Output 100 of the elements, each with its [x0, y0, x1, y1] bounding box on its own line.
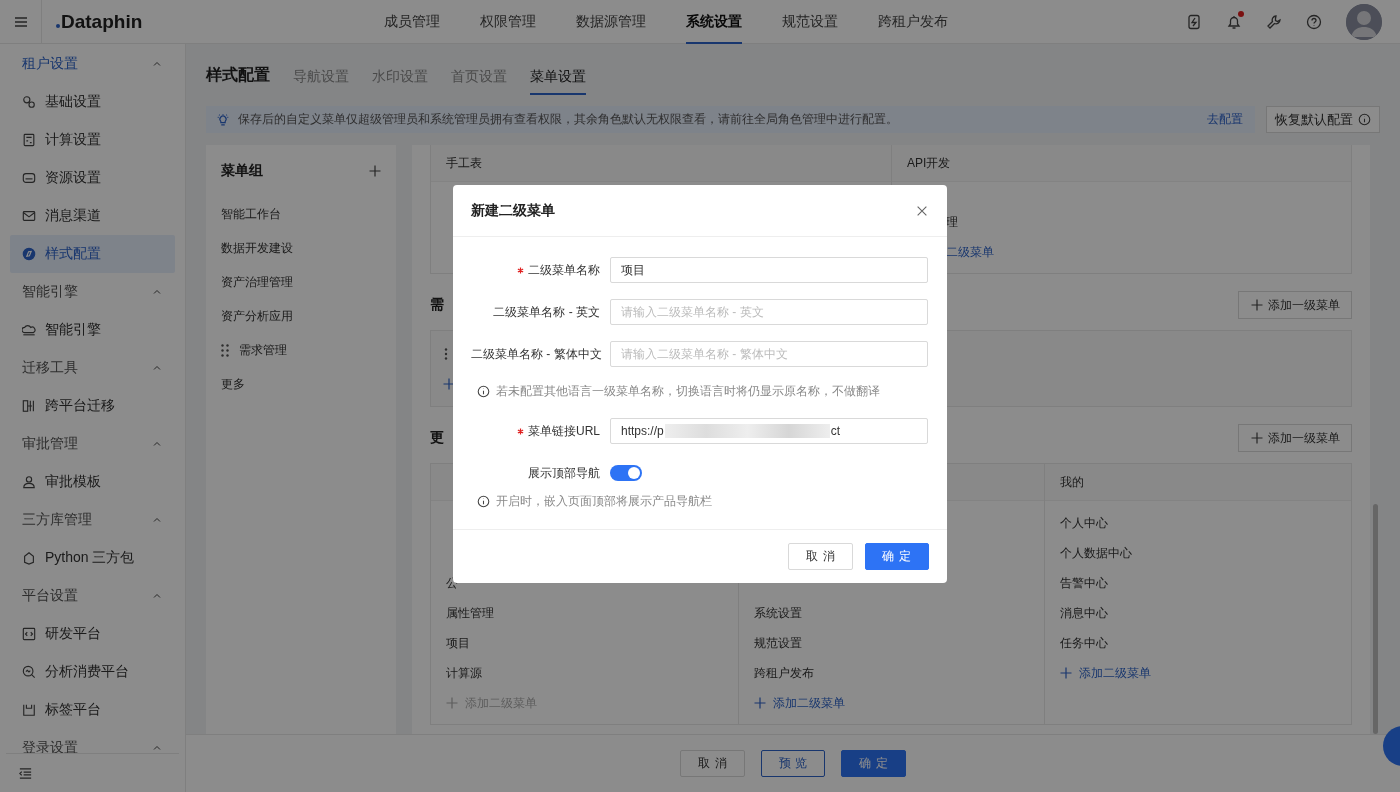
- section-heading: 更: [430, 429, 444, 447]
- nav-tab[interactable]: 成员管理: [384, 0, 440, 44]
- nav-tab[interactable]: 数据源管理: [576, 0, 646, 44]
- sidebar-item[interactable]: 计算设置: [10, 121, 175, 159]
- collapse-icon: [18, 765, 33, 781]
- plus-icon: [1060, 667, 1073, 679]
- menu-group-item[interactable]: 智能工作台: [221, 205, 281, 223]
- field-label: 展示顶部导航: [527, 464, 600, 482]
- avatar[interactable]: [1346, 3, 1382, 40]
- mail-icon: [22, 209, 36, 223]
- field-label: 二级菜单名称 - 繁体中文: [471, 345, 600, 363]
- field-label: 二级菜单名称 - 英文: [492, 303, 600, 321]
- panel-title: 菜单组: [221, 162, 263, 180]
- info-icon: [1358, 113, 1371, 126]
- section-heading: 需: [430, 296, 444, 314]
- hint-text: 开启时，嵌入页面顶部将展示产品导航栏: [496, 492, 712, 510]
- sidebar-group[interactable]: 平台设置: [22, 587, 78, 605]
- text-field[interactable]: 项目: [610, 257, 928, 283]
- menu-item[interactable]: 个人数据中心: [1060, 538, 1336, 568]
- menu-group-item[interactable]: 数据开发建设: [221, 239, 293, 257]
- menu-item[interactable]: 消息中心: [1060, 598, 1336, 628]
- logo-dot: [56, 23, 60, 28]
- add-submenu-link[interactable]: 添加二级菜单: [753, 688, 1030, 718]
- notice-text: 保存后的自定义菜单仅超级管理员和系统管理员拥有查看权限，其余角色默认无权限查看，请前往全局角色管理中进行配置。: [238, 111, 899, 128]
- sidebar-item[interactable]: 消息渠道: [10, 197, 175, 235]
- required-asterisk-icon: [517, 266, 524, 274]
- wrench-icon: [1266, 13, 1282, 30]
- page-title: 样式配置: [206, 64, 270, 85]
- sidebar-item[interactable]: 资源设置: [10, 159, 175, 197]
- sidebar-item[interactable]: 分析消费平台: [10, 653, 175, 691]
- dialog-title: 新建二级菜单: [471, 201, 555, 220]
- person-icon: [22, 475, 36, 489]
- sidebar-item[interactable]: 审批模板: [10, 463, 175, 501]
- info-icon: [477, 384, 490, 398]
- menu-item[interactable]: 系统设置: [753, 598, 1030, 628]
- drive-icon: [22, 171, 36, 185]
- sidebar-item[interactable]: 跨平台迁移: [10, 387, 175, 425]
- confirm-button[interactable]: 确定: [841, 750, 906, 777]
- menu-item[interactable]: 告警中心: [1060, 568, 1336, 598]
- menu-group-item[interactable]: 资产分析应用: [221, 307, 293, 325]
- required-asterisk-icon: [517, 427, 524, 435]
- menu-item[interactable]: 任务中心: [1060, 628, 1336, 658]
- transfer-icon: [22, 399, 36, 413]
- calculator-icon: [22, 133, 36, 147]
- menu-item[interactable]: 计算源: [446, 658, 723, 688]
- sidebar-item[interactable]: 智能引擎: [10, 311, 175, 349]
- plus-icon: [1250, 432, 1263, 444]
- tab[interactable]: 菜单设置: [530, 61, 586, 95]
- cancel-button[interactable]: 取消: [680, 750, 745, 777]
- drag-handle-icon[interactable]: [221, 343, 229, 357]
- plus-icon: [1250, 299, 1263, 311]
- package-icon: [22, 551, 36, 565]
- plus-icon: [753, 697, 766, 709]
- nav-tab[interactable]: 跨租户发布: [878, 0, 948, 44]
- add-submenu-link[interactable]: 添加二级菜单: [1060, 658, 1336, 688]
- menu-item[interactable]: 跨租户发布: [753, 658, 1030, 688]
- sidebar-group[interactable]: 登录设置: [22, 739, 78, 753]
- confirm-button[interactable]: 确定: [864, 543, 929, 570]
- preview-button[interactable]: 预览: [760, 750, 826, 777]
- nav-tab[interactable]: 权限管理: [480, 0, 536, 44]
- search-icon: [22, 665, 36, 679]
- menu-group-item[interactable]: 资产治理管理: [221, 273, 293, 291]
- sidebar-item[interactable]: 标签平台: [10, 691, 175, 729]
- add-submenu-link[interactable]: 二级菜单: [946, 237, 1336, 267]
- sidebar-group[interactable]: 三方库管理: [22, 511, 92, 529]
- nav-tab[interactable]: 规范设置: [782, 0, 838, 44]
- sidebar-group[interactable]: 租户设置: [22, 55, 78, 73]
- configure-link[interactable]: 去配置: [1207, 111, 1243, 128]
- menu-item[interactable]: 规范设置: [753, 628, 1030, 658]
- compass-icon: [22, 247, 36, 261]
- add-menu-button[interactable]: 添加一级菜单: [1238, 291, 1352, 319]
- restore-default-button[interactable]: 恢复默认配置: [1266, 106, 1380, 133]
- plus-icon: [369, 165, 381, 177]
- menu-group-item[interactable]: 需求管理: [239, 341, 287, 359]
- url-field[interactable]: https://p ct: [610, 418, 928, 444]
- code-icon: [22, 627, 36, 641]
- help-icon: [1306, 13, 1322, 30]
- info-icon: [477, 494, 490, 508]
- scrollbar[interactable]: [1373, 504, 1378, 734]
- field-label: 菜单链接URL: [471, 422, 600, 440]
- menu-group-item[interactable]: 更多: [221, 375, 245, 393]
- toggle-switch[interactable]: [610, 465, 642, 481]
- menu-item[interactable]: 属性管理: [446, 598, 723, 628]
- sidebar-item[interactable]: Python 三方包: [10, 539, 175, 577]
- sidebar-item[interactable]: 样式配置: [10, 235, 175, 273]
- hint-text: 若未配置其他语言一级菜单名称，切换语言时将仍显示原名称，不做翻译: [496, 382, 880, 400]
- plus-icon: [443, 377, 455, 390]
- gear-icon: [22, 95, 36, 109]
- sidebar-item[interactable]: 研发平台: [10, 615, 175, 653]
- sidebar-group[interactable]: 迁移工具: [22, 359, 78, 377]
- cancel-button[interactable]: 取消: [788, 543, 853, 570]
- menu-item[interactable]: 个人中心: [1060, 508, 1336, 538]
- sidebar-group[interactable]: 智能引擎: [22, 283, 78, 301]
- sidebar-item[interactable]: 基础设置: [10, 83, 175, 121]
- menu-item[interactable]: 项目: [446, 628, 723, 658]
- lightning-icon: [1186, 13, 1202, 30]
- drag-handle-icon[interactable]: [443, 347, 449, 360]
- bell-icon: [1226, 13, 1242, 30]
- add-menu-button[interactable]: 添加一级菜单: [1238, 424, 1352, 452]
- sidebar-group[interactable]: 审批管理: [22, 435, 78, 453]
